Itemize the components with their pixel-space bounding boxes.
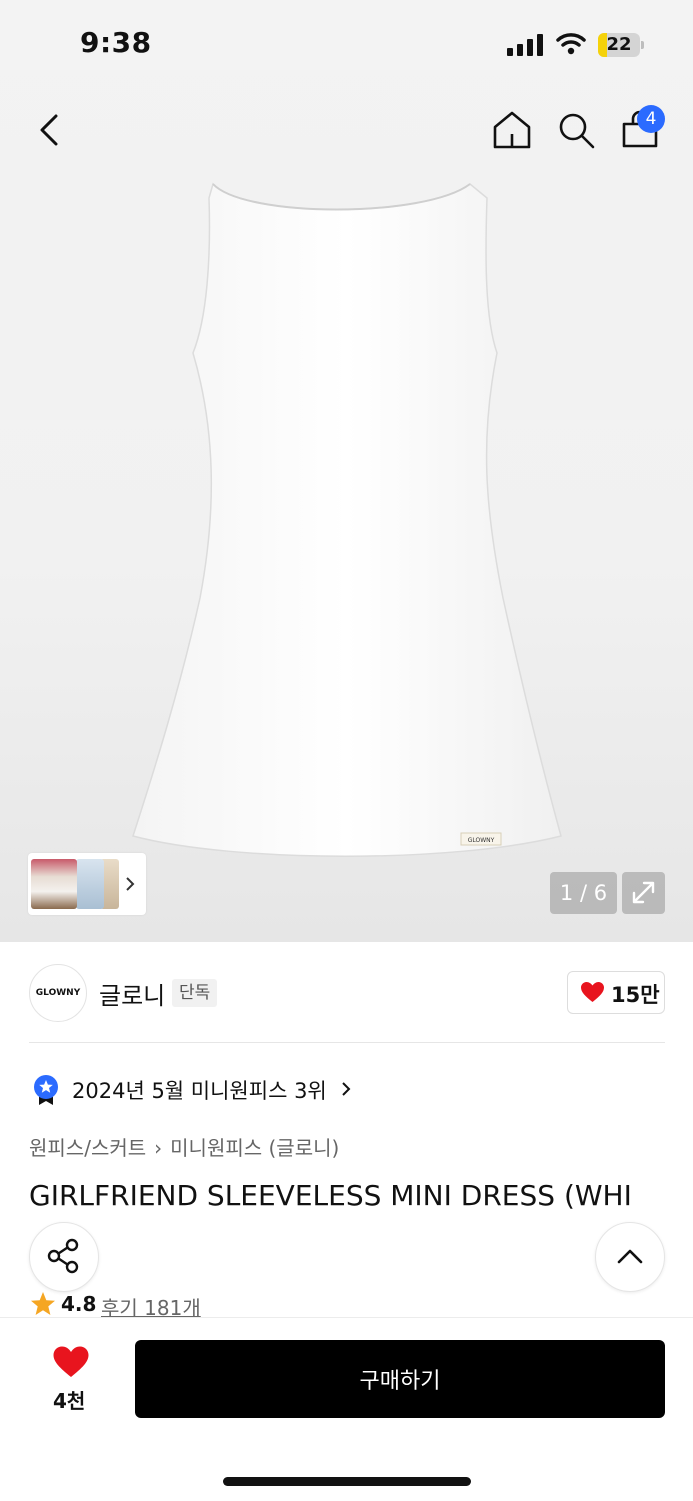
expand-icon [632, 881, 655, 904]
image-counter: 1 / 6 [550, 872, 617, 914]
share-icon [47, 1238, 79, 1274]
brand-like-button[interactable]: 15만 [567, 971, 665, 1014]
ranking-badge-icon [34, 1075, 58, 1105]
chevron-right-icon[interactable] [124, 876, 136, 892]
brand-logo[interactable]: GLOWNY [29, 964, 87, 1022]
thumbnail-image[interactable] [31, 859, 77, 909]
chevron-up-icon [617, 1249, 643, 1264]
chevron-right-icon: › [154, 1136, 163, 1160]
breadcrumb: 원피스/스커트 › 미니원피스 (글로니) [29, 1132, 339, 1161]
buy-button[interactable]: 구매하기 [135, 1340, 665, 1418]
thumbnail-image[interactable] [76, 859, 104, 909]
rating-value: 4.8 [61, 1292, 97, 1316]
battery-icon: 22 [598, 33, 646, 57]
svg-text:GLOWNY: GLOWNY [468, 837, 495, 844]
exclusive-tag: 단독 [172, 979, 218, 1007]
divider [29, 1042, 665, 1043]
brand-name[interactable]: 글로니 [99, 976, 165, 1011]
home-indicator[interactable] [223, 1477, 471, 1486]
search-icon[interactable] [554, 108, 598, 152]
star-icon [31, 1292, 55, 1315]
back-icon[interactable] [28, 108, 72, 152]
breadcrumb-category[interactable]: 원피스/스커트 [29, 1136, 146, 1160]
ranking-link[interactable]: 2024년 5월 미니원피스 3위 [72, 1075, 327, 1105]
cellular-signal-icon [507, 34, 543, 56]
home-icon[interactable] [490, 108, 534, 152]
product-title: GIRLFRIEND SLEEVELESS MINI DRESS (WHI [29, 1179, 632, 1212]
product-image[interactable]: GLOWNY [125, 178, 570, 868]
thumbnail-strip[interactable] [28, 853, 146, 915]
battery-level: 22 [606, 34, 632, 55]
chevron-right-icon[interactable] [340, 1080, 352, 1098]
wifi-icon [556, 33, 586, 55]
brand-like-count: 15만 [611, 983, 660, 1007]
status-time: 9:38 [80, 26, 152, 59]
heart-icon [581, 982, 604, 1002]
heart-icon[interactable] [52, 1345, 90, 1379]
wishlist-count: 4천 [53, 1389, 86, 1413]
scroll-to-top-button[interactable] [595, 1222, 665, 1292]
share-button[interactable] [29, 1222, 99, 1292]
cart-count-badge: 4 [637, 105, 665, 133]
breadcrumb-subcategory[interactable]: 미니원피스 (글로니) [170, 1136, 339, 1160]
expand-button[interactable] [622, 872, 665, 914]
